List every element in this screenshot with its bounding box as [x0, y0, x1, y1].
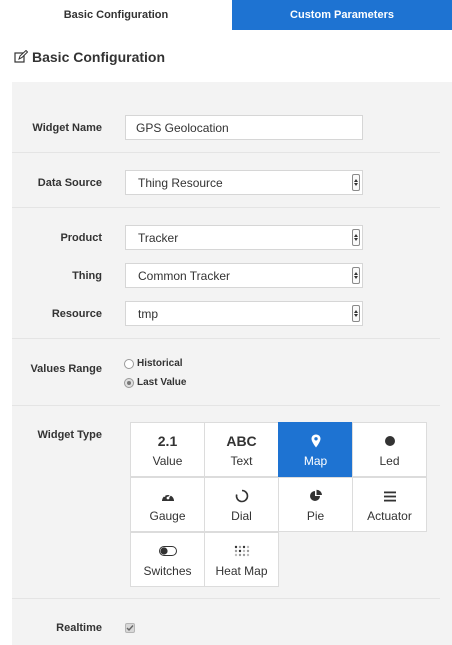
thing-value: Common Tracker	[138, 268, 231, 283]
values-range-label: Values Range	[30, 363, 102, 375]
map-marker-icon	[311, 431, 321, 451]
text-icon: ABC	[226, 433, 257, 449]
thing-label: Thing	[72, 270, 102, 282]
tile-label: Value	[152, 454, 183, 468]
resource-select[interactable]: tmp	[125, 301, 363, 326]
data-source-label: Data Source	[37, 177, 102, 189]
tile-label: Text	[230, 454, 253, 468]
heatmap-icon	[234, 541, 250, 561]
divider	[12, 405, 440, 406]
widget-tile-map[interactable]: Map	[278, 422, 353, 477]
divider	[12, 207, 440, 208]
page-title: Basic Configuration	[32, 49, 166, 65]
widget-tile-text[interactable]: ABC Text	[204, 422, 279, 477]
gauge-icon	[161, 486, 175, 506]
tile-label: Map	[303, 454, 328, 468]
product-select[interactable]: Tracker	[125, 225, 363, 250]
select-arrows-icon	[352, 305, 360, 322]
radio-last-value[interactable]: Last Value	[124, 377, 186, 388]
actuator-icon	[383, 486, 396, 506]
realtime-label: Realtime	[56, 622, 102, 634]
tile-label: Actuator	[367, 509, 412, 523]
dial-icon	[235, 486, 249, 506]
edit-icon	[14, 49, 29, 64]
radio-historical-dot[interactable]	[124, 358, 134, 369]
widget-name-label: Widget Name	[32, 122, 102, 134]
widget-tile-value[interactable]: 2.1 Value	[130, 422, 205, 477]
led-dot-icon	[384, 431, 396, 451]
pie-icon	[309, 486, 323, 506]
product-value: Tracker	[138, 230, 179, 245]
widget-name-field[interactable]: GPS Geolocation	[125, 115, 363, 140]
divider	[12, 338, 440, 339]
widget-tile-dial[interactable]: Dial	[204, 477, 279, 532]
resource-value: tmp	[138, 306, 159, 321]
select-arrows-icon	[352, 174, 360, 191]
tab-bar: Basic Configuration Custom Parameters	[0, 0, 452, 30]
widget-tile-actuator[interactable]: Actuator	[352, 477, 427, 532]
widget-tile-led[interactable]: Led	[352, 422, 427, 477]
toggle-icon	[158, 541, 177, 561]
data-source-select[interactable]: Thing Resource	[125, 170, 363, 195]
select-arrows-icon	[352, 229, 360, 246]
section-header: Basic Configuration	[14, 49, 165, 65]
number-icon: 2.1	[157, 433, 178, 449]
radio-historical-label: Historical	[137, 358, 183, 369]
radio-last-value-dot[interactable]	[124, 377, 134, 388]
tab-basic-configuration[interactable]: Basic Configuration	[0, 0, 232, 30]
resource-label: Resource	[51, 308, 102, 320]
widget-tile-heatmap[interactable]: Heat Map	[204, 532, 279, 587]
tile-label: Dial	[231, 509, 252, 523]
widget-tile-switches[interactable]: Switches	[130, 532, 205, 587]
tab-custom-parameters[interactable]: Custom Parameters	[232, 0, 452, 30]
tile-label: Switches	[143, 564, 192, 578]
tile-label: Heat Map	[215, 564, 268, 578]
tile-label: Gauge	[149, 509, 186, 523]
divider	[12, 598, 440, 599]
widget-tile-gauge[interactable]: Gauge	[130, 477, 205, 532]
checkmark-icon	[126, 625, 134, 632]
widget-type-label: Widget Type	[37, 429, 102, 441]
widget-tile-pie[interactable]: Pie	[278, 477, 353, 532]
realtime-checkbox[interactable]	[125, 623, 135, 633]
tile-label: Led	[379, 454, 400, 468]
thing-select[interactable]: Common Tracker	[125, 263, 363, 288]
data-source-value: Thing Resource	[138, 175, 223, 190]
radio-historical[interactable]: Historical	[124, 358, 183, 369]
radio-last-value-label: Last Value	[137, 377, 187, 388]
tile-label: Pie	[306, 509, 325, 523]
select-arrows-icon	[352, 267, 360, 284]
product-label: Product	[60, 232, 102, 244]
divider	[12, 152, 440, 153]
